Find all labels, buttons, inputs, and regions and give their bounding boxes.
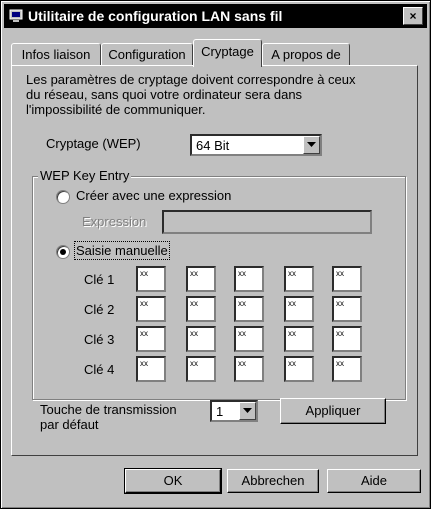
key-2-byte-2[interactable]: xx bbox=[186, 296, 216, 322]
encryption-description: Les paramètres de cryptage doivent corre… bbox=[26, 72, 406, 117]
key-3-byte-1[interactable]: xx bbox=[136, 326, 166, 352]
wep-select[interactable]: 64 Bit bbox=[190, 134, 322, 156]
key-4-byte-2[interactable]: xx bbox=[186, 356, 216, 382]
radio-manual[interactable] bbox=[56, 245, 70, 259]
radio-selected-dot bbox=[60, 249, 66, 255]
chevron-down-icon[interactable] bbox=[303, 136, 320, 154]
wep-select-value: 64 Bit bbox=[196, 138, 230, 153]
description-line: Les paramètres de cryptage doivent corre… bbox=[26, 72, 356, 87]
transmit-key-label: Touche de transmission par défaut bbox=[40, 402, 177, 432]
key-label: Clé 1 bbox=[84, 272, 115, 287]
key-1-byte-2[interactable]: xx bbox=[186, 266, 216, 292]
transmit-key-label-line: par défaut bbox=[40, 417, 99, 432]
expression-field[interactable] bbox=[162, 210, 372, 234]
tab-a-propos[interactable]: A propos de bbox=[262, 43, 350, 65]
radio-manual-label: Saisie manuelle bbox=[74, 241, 170, 260]
key-4-byte-5[interactable]: xx bbox=[332, 356, 362, 382]
key-1-byte-4[interactable]: xx bbox=[284, 266, 314, 292]
description-line: du réseau, sans quoi votre ordinateur se… bbox=[26, 87, 303, 102]
tab-infos-liaison[interactable]: Infos liaison bbox=[11, 43, 101, 65]
help-button[interactable]: Aide bbox=[327, 469, 421, 493]
key-3-byte-4[interactable]: xx bbox=[284, 326, 314, 352]
tab-cryptage-label: Cryptage bbox=[201, 44, 254, 59]
key-1-byte-3[interactable]: xx bbox=[234, 266, 264, 292]
radio-passphrase[interactable] bbox=[56, 190, 70, 204]
transmit-key-value: 1 bbox=[216, 404, 224, 419]
close-button[interactable]: × bbox=[403, 7, 423, 25]
dialog-window: Utilitaire de configuration LAN sans fil… bbox=[0, 0, 431, 509]
key-4-byte-1[interactable]: xx bbox=[136, 356, 166, 382]
description-line: l'impossibilité de communiquer. bbox=[26, 102, 206, 117]
tab-configuration[interactable]: Configuration bbox=[101, 43, 193, 65]
key-1-byte-5[interactable]: xx bbox=[332, 266, 362, 292]
title-bar[interactable]: Utilitaire de configuration LAN sans fil… bbox=[4, 4, 427, 28]
chevron-down-icon[interactable] bbox=[239, 402, 256, 420]
cancel-button[interactable]: Abbrechen bbox=[227, 469, 319, 493]
network-app-icon bbox=[9, 9, 23, 22]
key-label: Clé 3 bbox=[84, 332, 115, 347]
key-4-byte-4[interactable]: xx bbox=[284, 356, 314, 382]
group-title: WEP Key Entry bbox=[38, 168, 132, 183]
key-label: Clé 2 bbox=[84, 302, 115, 317]
tab-cryptage[interactable]: Cryptage bbox=[193, 39, 262, 67]
tab-panel-cryptage: Les paramètres de cryptage doivent corre… bbox=[11, 65, 418, 456]
key-3-byte-2[interactable]: xx bbox=[186, 326, 216, 352]
key-2-byte-3[interactable]: xx bbox=[234, 296, 264, 322]
key-1-byte-1[interactable]: xx bbox=[136, 266, 166, 292]
key-2-byte-1[interactable]: xx bbox=[136, 296, 166, 322]
expression-label: Expression bbox=[82, 214, 147, 229]
key-3-byte-5[interactable]: xx bbox=[332, 326, 362, 352]
key-4-byte-3[interactable]: xx bbox=[234, 356, 264, 382]
transmit-key-label-line: Touche de transmission bbox=[40, 402, 177, 417]
radio-passphrase-label: Créer avec une expression bbox=[76, 188, 232, 203]
window-title: Utilitaire de configuration LAN sans fil bbox=[28, 8, 283, 24]
apply-button[interactable]: Appliquer bbox=[280, 398, 386, 424]
transmit-key-select[interactable]: 1 bbox=[210, 400, 258, 422]
key-2-byte-4[interactable]: xx bbox=[284, 296, 314, 322]
wep-label: Cryptage (WEP) bbox=[46, 136, 141, 151]
key-3-byte-3[interactable]: xx bbox=[234, 326, 264, 352]
ok-button[interactable]: OK bbox=[124, 468, 222, 494]
key-2-byte-5[interactable]: xx bbox=[332, 296, 362, 322]
key-label: Clé 4 bbox=[84, 362, 115, 377]
